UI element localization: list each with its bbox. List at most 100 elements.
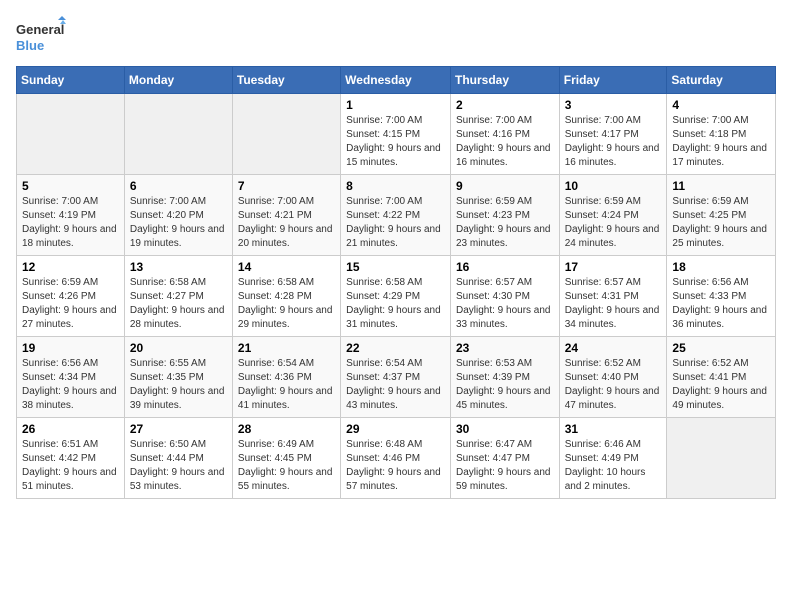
calendar-cell [124, 94, 232, 175]
calendar-week-2: 5 Sunrise: 7:00 AMSunset: 4:19 PMDayligh… [17, 175, 776, 256]
calendar-cell: 24 Sunrise: 6:52 AMSunset: 4:40 PMDaylig… [559, 337, 667, 418]
day-info: Sunrise: 6:56 AMSunset: 4:34 PMDaylight:… [22, 357, 119, 413]
day-number: 2 [456, 98, 554, 112]
weekday-header-monday: Monday [124, 67, 232, 94]
calendar-cell: 2 Sunrise: 7:00 AMSunset: 4:16 PMDayligh… [450, 94, 559, 175]
calendar-cell: 4 Sunrise: 7:00 AMSunset: 4:18 PMDayligh… [667, 94, 776, 175]
day-info: Sunrise: 6:59 AMSunset: 4:25 PMDaylight:… [672, 195, 770, 251]
day-info: Sunrise: 6:54 AMSunset: 4:37 PMDaylight:… [346, 357, 445, 413]
day-info: Sunrise: 7:00 AMSunset: 4:18 PMDaylight:… [672, 114, 770, 170]
calendar-cell: 15 Sunrise: 6:58 AMSunset: 4:29 PMDaylig… [341, 256, 451, 337]
calendar-cell: 22 Sunrise: 6:54 AMSunset: 4:37 PMDaylig… [341, 337, 451, 418]
day-number: 15 [346, 260, 445, 274]
day-number: 31 [565, 422, 662, 436]
calendar-cell: 26 Sunrise: 6:51 AMSunset: 4:42 PMDaylig… [17, 418, 125, 499]
day-info: Sunrise: 7:00 AMSunset: 4:16 PMDaylight:… [456, 114, 554, 170]
calendar-cell: 13 Sunrise: 6:58 AMSunset: 4:27 PMDaylig… [124, 256, 232, 337]
calendar-cell: 27 Sunrise: 6:50 AMSunset: 4:44 PMDaylig… [124, 418, 232, 499]
svg-text:General: General [16, 22, 64, 37]
day-number: 4 [672, 98, 770, 112]
day-info: Sunrise: 6:52 AMSunset: 4:41 PMDaylight:… [672, 357, 770, 413]
calendar-week-4: 19 Sunrise: 6:56 AMSunset: 4:34 PMDaylig… [17, 337, 776, 418]
day-number: 19 [22, 341, 119, 355]
day-number: 21 [238, 341, 335, 355]
day-info: Sunrise: 6:59 AMSunset: 4:23 PMDaylight:… [456, 195, 554, 251]
day-number: 20 [130, 341, 227, 355]
calendar-cell: 12 Sunrise: 6:59 AMSunset: 4:26 PMDaylig… [17, 256, 125, 337]
weekday-header-tuesday: Tuesday [232, 67, 340, 94]
day-number: 16 [456, 260, 554, 274]
calendar-cell: 16 Sunrise: 6:57 AMSunset: 4:30 PMDaylig… [450, 256, 559, 337]
day-info: Sunrise: 6:58 AMSunset: 4:27 PMDaylight:… [130, 276, 227, 332]
calendar-table: SundayMondayTuesdayWednesdayThursdayFrid… [16, 66, 776, 499]
day-number: 9 [456, 179, 554, 193]
calendar-cell [17, 94, 125, 175]
day-info: Sunrise: 6:57 AMSunset: 4:30 PMDaylight:… [456, 276, 554, 332]
day-number: 18 [672, 260, 770, 274]
day-info: Sunrise: 6:58 AMSunset: 4:29 PMDaylight:… [346, 276, 445, 332]
day-info: Sunrise: 7:00 AMSunset: 4:17 PMDaylight:… [565, 114, 662, 170]
calendar-cell: 1 Sunrise: 7:00 AMSunset: 4:15 PMDayligh… [341, 94, 451, 175]
calendar-week-3: 12 Sunrise: 6:59 AMSunset: 4:26 PMDaylig… [17, 256, 776, 337]
day-info: Sunrise: 6:48 AMSunset: 4:46 PMDaylight:… [346, 438, 445, 494]
calendar-cell: 23 Sunrise: 6:53 AMSunset: 4:39 PMDaylig… [450, 337, 559, 418]
day-info: Sunrise: 6:57 AMSunset: 4:31 PMDaylight:… [565, 276, 662, 332]
day-info: Sunrise: 6:47 AMSunset: 4:47 PMDaylight:… [456, 438, 554, 494]
day-info: Sunrise: 6:58 AMSunset: 4:28 PMDaylight:… [238, 276, 335, 332]
calendar-cell: 6 Sunrise: 7:00 AMSunset: 4:20 PMDayligh… [124, 175, 232, 256]
day-info: Sunrise: 6:51 AMSunset: 4:42 PMDaylight:… [22, 438, 119, 494]
day-info: Sunrise: 7:00 AMSunset: 4:19 PMDaylight:… [22, 195, 119, 251]
day-info: Sunrise: 6:59 AMSunset: 4:24 PMDaylight:… [565, 195, 662, 251]
weekday-header-sunday: Sunday [17, 67, 125, 94]
day-number: 14 [238, 260, 335, 274]
calendar-week-1: 1 Sunrise: 7:00 AMSunset: 4:15 PMDayligh… [17, 94, 776, 175]
day-info: Sunrise: 7:00 AMSunset: 4:21 PMDaylight:… [238, 195, 335, 251]
day-number: 3 [565, 98, 662, 112]
calendar-cell: 30 Sunrise: 6:47 AMSunset: 4:47 PMDaylig… [450, 418, 559, 499]
day-number: 6 [130, 179, 227, 193]
calendar-cell: 7 Sunrise: 7:00 AMSunset: 4:21 PMDayligh… [232, 175, 340, 256]
calendar-cell: 17 Sunrise: 6:57 AMSunset: 4:31 PMDaylig… [559, 256, 667, 337]
day-number: 8 [346, 179, 445, 193]
calendar-cell: 21 Sunrise: 6:54 AMSunset: 4:36 PMDaylig… [232, 337, 340, 418]
logo-svg: General Blue [16, 16, 66, 58]
day-number: 29 [346, 422, 445, 436]
day-info: Sunrise: 6:50 AMSunset: 4:44 PMDaylight:… [130, 438, 227, 494]
calendar-cell: 3 Sunrise: 7:00 AMSunset: 4:17 PMDayligh… [559, 94, 667, 175]
logo: General Blue [16, 16, 66, 58]
day-number: 11 [672, 179, 770, 193]
calendar-cell: 14 Sunrise: 6:58 AMSunset: 4:28 PMDaylig… [232, 256, 340, 337]
calendar-cell [667, 418, 776, 499]
day-number: 26 [22, 422, 119, 436]
day-info: Sunrise: 6:52 AMSunset: 4:40 PMDaylight:… [565, 357, 662, 413]
day-info: Sunrise: 6:56 AMSunset: 4:33 PMDaylight:… [672, 276, 770, 332]
day-info: Sunrise: 6:54 AMSunset: 4:36 PMDaylight:… [238, 357, 335, 413]
calendar-cell: 20 Sunrise: 6:55 AMSunset: 4:35 PMDaylig… [124, 337, 232, 418]
day-info: Sunrise: 6:55 AMSunset: 4:35 PMDaylight:… [130, 357, 227, 413]
day-info: Sunrise: 7:00 AMSunset: 4:20 PMDaylight:… [130, 195, 227, 251]
day-number: 28 [238, 422, 335, 436]
weekday-header-row: SundayMondayTuesdayWednesdayThursdayFrid… [17, 67, 776, 94]
day-info: Sunrise: 6:46 AMSunset: 4:49 PMDaylight:… [565, 438, 662, 494]
calendar-cell: 5 Sunrise: 7:00 AMSunset: 4:19 PMDayligh… [17, 175, 125, 256]
weekday-header-friday: Friday [559, 67, 667, 94]
weekday-header-wednesday: Wednesday [341, 67, 451, 94]
calendar-cell: 8 Sunrise: 7:00 AMSunset: 4:22 PMDayligh… [341, 175, 451, 256]
weekday-header-thursday: Thursday [450, 67, 559, 94]
calendar-cell: 28 Sunrise: 6:49 AMSunset: 4:45 PMDaylig… [232, 418, 340, 499]
day-number: 25 [672, 341, 770, 355]
day-number: 5 [22, 179, 119, 193]
day-number: 27 [130, 422, 227, 436]
svg-text:Blue: Blue [16, 38, 44, 53]
day-number: 17 [565, 260, 662, 274]
calendar-cell: 11 Sunrise: 6:59 AMSunset: 4:25 PMDaylig… [667, 175, 776, 256]
header: General Blue [16, 16, 776, 58]
day-info: Sunrise: 6:59 AMSunset: 4:26 PMDaylight:… [22, 276, 119, 332]
calendar-cell: 29 Sunrise: 6:48 AMSunset: 4:46 PMDaylig… [341, 418, 451, 499]
calendar-cell: 25 Sunrise: 6:52 AMSunset: 4:41 PMDaylig… [667, 337, 776, 418]
calendar-cell: 19 Sunrise: 6:56 AMSunset: 4:34 PMDaylig… [17, 337, 125, 418]
calendar-cell: 18 Sunrise: 6:56 AMSunset: 4:33 PMDaylig… [667, 256, 776, 337]
calendar-cell: 31 Sunrise: 6:46 AMSunset: 4:49 PMDaylig… [559, 418, 667, 499]
day-number: 22 [346, 341, 445, 355]
day-number: 1 [346, 98, 445, 112]
